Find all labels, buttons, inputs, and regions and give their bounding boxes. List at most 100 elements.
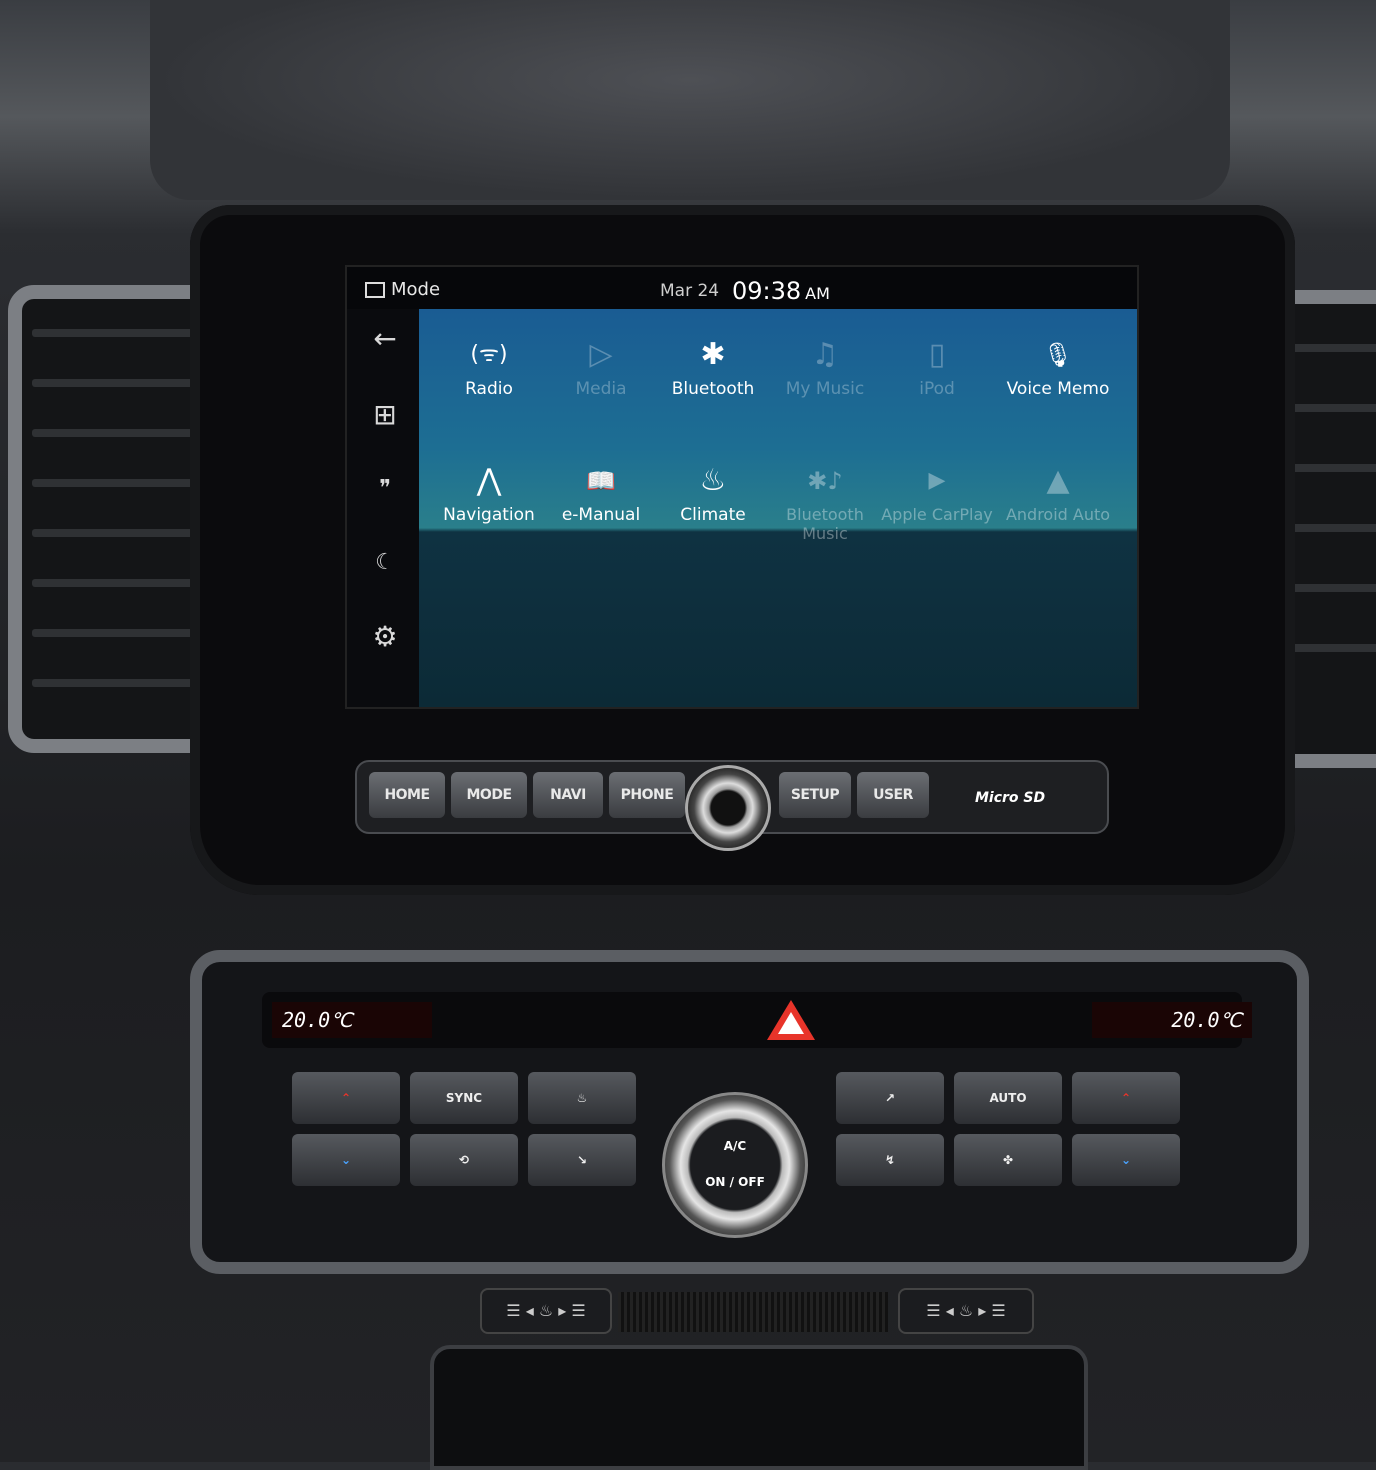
- phone-button[interactable]: PHONE: [609, 772, 685, 818]
- vent-slat: [1289, 404, 1376, 412]
- climate-control-panel: 20.0℃ 20.0℃ ⌃ SYNC ♨ ⌄ ⟲ ↘ ↗ AUTO ⌃ ↯ ✤ …: [190, 950, 1309, 1274]
- bluetooth-music-icon: ✱♪: [807, 467, 843, 495]
- vent-slat: [32, 479, 212, 487]
- app-label: Bluetooth Music: [786, 505, 864, 543]
- app-ipod[interactable]: ▯ iPod: [881, 331, 993, 431]
- app-label: Media: [575, 379, 627, 399]
- sync-button[interactable]: SYNC: [410, 1072, 518, 1124]
- left-seat-heat-button[interactable]: ☰ ◂ ♨ ▸ ☰: [480, 1288, 612, 1334]
- center-console-tray: [430, 1345, 1088, 1470]
- vent-slat: [32, 679, 212, 687]
- recirculation-button[interactable]: ⟲: [410, 1134, 518, 1186]
- vent-slat: [32, 379, 212, 387]
- hazard-button[interactable]: [767, 1000, 815, 1040]
- vent-slat: [1289, 344, 1376, 352]
- microphone-icon: 🎙: [1042, 341, 1074, 369]
- book-icon: 📖: [586, 467, 616, 495]
- navi-button[interactable]: NAVI: [533, 772, 603, 818]
- left-temp-display: 20.0℃: [272, 1002, 432, 1038]
- left-temp-down-button[interactable]: ⌄: [292, 1134, 400, 1186]
- status-time: 09:38 AM: [732, 277, 830, 305]
- mode-label: Mode: [391, 279, 441, 300]
- face-floor-airflow-button[interactable]: ↯: [836, 1134, 944, 1186]
- setup-button[interactable]: SETUP: [779, 772, 851, 818]
- user-button[interactable]: USER: [857, 772, 929, 818]
- seat-airflow-icon: ♨: [699, 463, 727, 498]
- infotainment-screen: Mode Mar 24 09:38 AM ← ⊞ ❞ ☾ ⚙ (ᯤ) Radio …: [345, 265, 1139, 709]
- app-media[interactable]: ▷ Media: [545, 331, 657, 431]
- app-bluetooth-music[interactable]: ✱♪ Bluetooth Music: [769, 457, 881, 557]
- app-climate[interactable]: ♨ Climate: [657, 457, 769, 557]
- app-navigation[interactable]: ⋀ Navigation: [433, 457, 545, 557]
- app-label: My Music: [785, 379, 865, 399]
- vent-slat: [32, 629, 212, 637]
- carplay-icon: ▶: [928, 468, 946, 493]
- right-temp-display: 20.0℃: [1092, 1002, 1252, 1038]
- app-radio[interactable]: (ᯤ) Radio: [433, 331, 545, 431]
- ac-label: A/C: [723, 1139, 747, 1153]
- screen-off-icon[interactable]: ☾: [367, 545, 403, 581]
- speaker-grille: [618, 1292, 888, 1332]
- folder-music-icon: ♫: [811, 337, 839, 372]
- vent-slat: [1289, 464, 1376, 472]
- vent-slat: [32, 579, 212, 587]
- screen-sidebar: ← ⊞ ❞ ☾ ⚙: [347, 309, 419, 707]
- microsd-slot-label: Micro SD: [975, 790, 1046, 806]
- app-label: Navigation: [443, 505, 535, 525]
- app-launcher: (ᯤ) Radio ▷ Media ✱ Bluetooth ♫ My Music…: [419, 309, 1137, 707]
- status-date: Mar 24: [660, 281, 720, 301]
- right-temp-up-button[interactable]: ⌃: [1072, 1072, 1180, 1124]
- vent-slat: [1289, 524, 1376, 532]
- time-value: 09:38: [732, 277, 802, 305]
- hazard-icon: [778, 1012, 804, 1034]
- app-bluetooth[interactable]: ✱ Bluetooth: [657, 331, 769, 431]
- app-label: iPod: [919, 379, 955, 399]
- vent-slat: [32, 429, 212, 437]
- navigation-arrow-icon: ⋀: [476, 463, 502, 498]
- mode-hw-button[interactable]: MODE: [451, 772, 527, 818]
- volume-knob[interactable]: [685, 765, 771, 851]
- app-voice-memo[interactable]: 🎙 Voice Memo: [993, 331, 1123, 431]
- mode-button[interactable]: Mode: [365, 279, 440, 300]
- app-grid: (ᯤ) Radio ▷ Media ✱ Bluetooth ♫ My Music…: [419, 309, 1137, 559]
- floor-airflow-button[interactable]: ↘: [528, 1134, 636, 1186]
- media-play-icon: ▷: [589, 337, 613, 372]
- upper-dashboard-panel: [150, 0, 1230, 200]
- android-auto-icon: ▲: [1046, 463, 1070, 498]
- ac-knob[interactable]: A/C ON / OFF: [662, 1092, 808, 1238]
- app-apple-carplay[interactable]: ▶ Apple CarPlay: [881, 457, 993, 557]
- vent-slat: [32, 329, 212, 337]
- vent-slat: [1289, 644, 1376, 652]
- home-button[interactable]: HOME: [369, 772, 445, 818]
- app-label: Climate: [680, 505, 746, 525]
- mode-icon: [365, 281, 385, 298]
- apps-grid-icon[interactable]: ⊞: [367, 397, 403, 433]
- app-label: Radio: [465, 379, 513, 399]
- defrost-mode-button[interactable]: ♨: [528, 1072, 636, 1124]
- climate-display-row: 20.0℃ 20.0℃: [262, 992, 1252, 1048]
- vent-slat: [32, 529, 212, 537]
- app-label: Bluetooth: [671, 379, 755, 399]
- app-android-auto[interactable]: ▲ Android Auto: [993, 457, 1123, 557]
- app-label: Apple CarPlay: [881, 505, 993, 524]
- ipod-icon: ▯: [928, 337, 946, 372]
- face-airflow-button[interactable]: ↗: [836, 1072, 944, 1124]
- antenna-icon: (ᯤ): [470, 342, 508, 367]
- app-my-music[interactable]: ♫ My Music: [769, 331, 881, 431]
- car-dashboard-background: Mode Mar 24 09:38 AM ← ⊞ ❞ ☾ ⚙ (ᯤ) Radio …: [0, 0, 1376, 1470]
- app-label: e-Manual: [561, 505, 641, 525]
- right-seat-heat-button[interactable]: ☰ ◂ ♨ ▸ ☰: [898, 1288, 1034, 1334]
- voice-quote-icon[interactable]: ❞: [367, 471, 403, 507]
- app-label: Voice Memo: [1006, 379, 1110, 399]
- onoff-label: ON / OFF: [705, 1175, 765, 1189]
- left-temp-up-button[interactable]: ⌃: [292, 1072, 400, 1124]
- app-e-manual[interactable]: 📖 e-Manual: [545, 457, 657, 557]
- auto-button[interactable]: AUTO: [954, 1072, 1062, 1124]
- settings-gear-icon[interactable]: ⚙: [367, 619, 403, 655]
- right-temp-down-button[interactable]: ⌄: [1072, 1134, 1180, 1186]
- time-ampm: AM: [805, 284, 830, 303]
- bluetooth-icon: ✱: [700, 337, 726, 372]
- fan-speed-button[interactable]: ✤: [954, 1134, 1062, 1186]
- back-arrow-icon[interactable]: ←: [367, 321, 403, 357]
- status-bar: Mode Mar 24 09:38 AM: [347, 267, 1137, 309]
